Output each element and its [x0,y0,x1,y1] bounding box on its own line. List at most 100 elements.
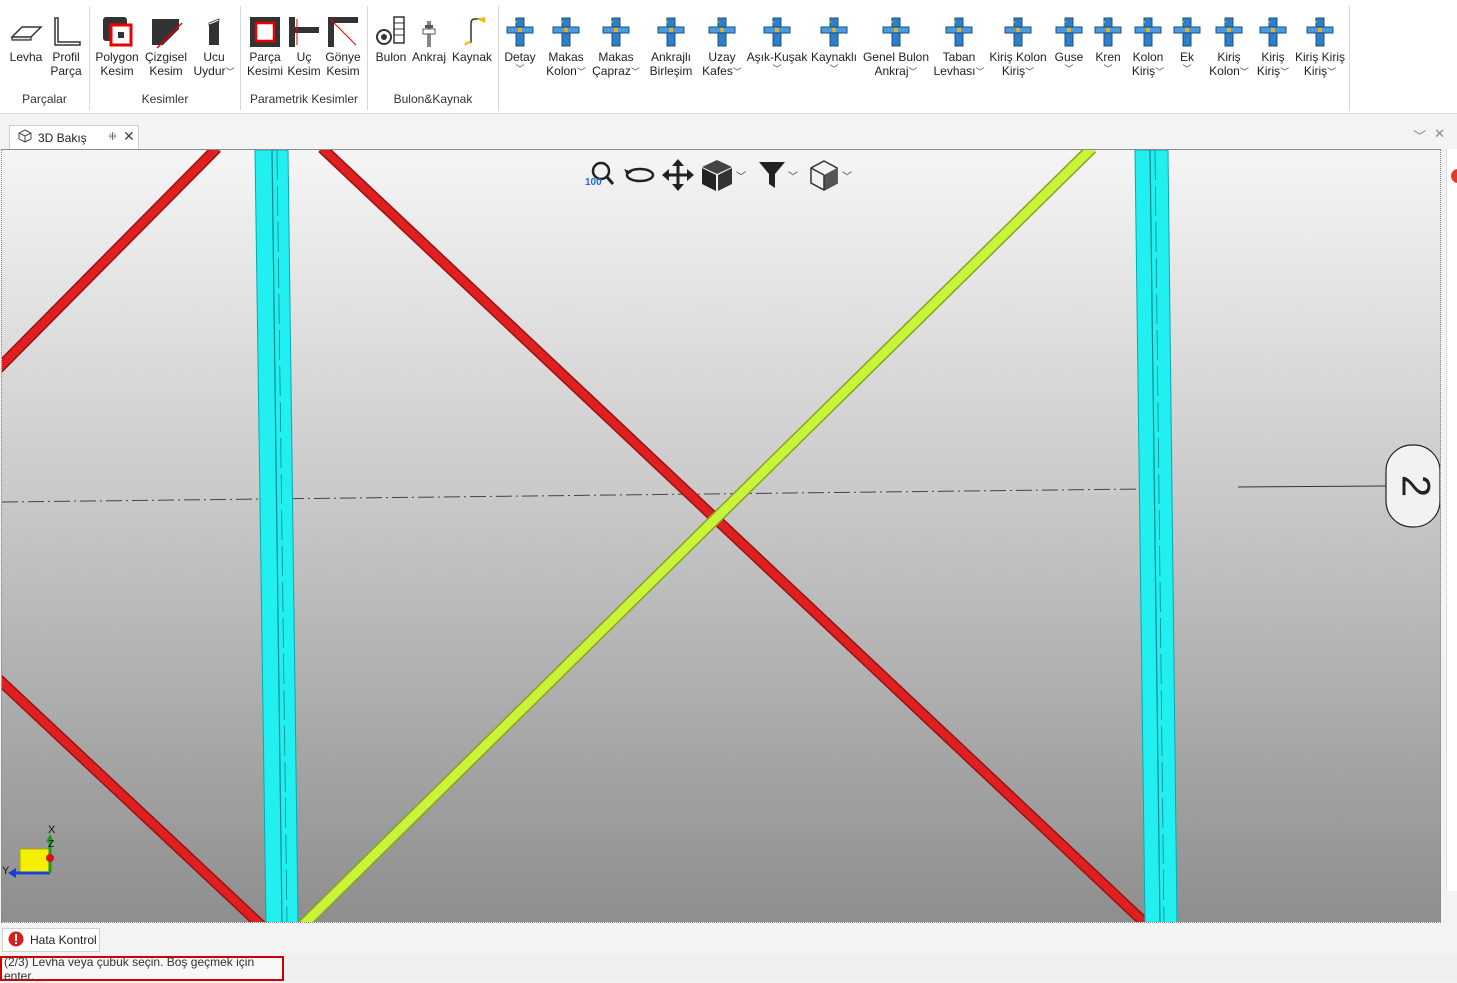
grid-label: 2 [1393,475,1437,497]
group-title-parcalar: Parçalar [22,92,67,106]
command-prompt-text: (2/3) Levha veya çubuk seçin. Boş geçmek… [4,954,255,983]
close-icon[interactable]: ✕ [123,128,135,145]
kiris-kolon-kiris-button[interactable]: Kiriş Kolon Kiriş﹀ [987,14,1049,78]
gonye-label-2: Kesim [326,64,360,78]
cizgisel-kesim-button[interactable]: Çizgisel Kesim [143,14,189,78]
truss-brace-icon [598,14,634,50]
section-box-button[interactable]: ﹀ [808,158,852,192]
chevron-down-icon: ﹀ [772,64,782,74]
cube-outline-icon [18,129,32,146]
detay-icon [502,14,538,50]
chevron-down-icon[interactable]: ﹀ [788,168,798,183]
ankrajli-birlesim-label-2: Birleşim [650,64,693,78]
group-title-parametrik: Parametrik Kesimler [249,92,359,106]
gonye-kesim-button[interactable]: Gönye Kesim [323,14,363,78]
line-cut-icon [148,14,184,50]
chevron-down-icon[interactable]: ﹀ [842,168,852,183]
scene-canvas[interactable]: 2 X Z Y [2,150,1441,923]
brace-red-main[interactable] [319,150,1150,923]
kiris-kiris-label-1: Kiriş [1261,50,1285,64]
guse-label: Guse [1054,50,1084,64]
kiris-kiris-kiris-button[interactable]: Kiriş Kiriş Kiriş﹀ [1294,14,1346,78]
kren-label: Kren [1095,50,1121,64]
cizgisel-label-2: Kesim [149,64,183,78]
kaynakli-button[interactable]: Kaynaklı ﹀ [810,14,858,74]
profil-parca-button[interactable]: Profil Parça [46,14,86,78]
kiris-kolon-button[interactable]: Kiriş Kolon﹀ [1207,14,1251,78]
kren-button[interactable]: Kren ﹀ [1090,14,1126,74]
kaynakli-label: Kaynaklı [810,50,858,64]
zoom-button[interactable]: 100 [584,159,618,191]
rotate-button[interactable] [624,161,656,189]
kiris-kolon-kiris-label-1: Kiriş Kolon [989,50,1047,64]
purlin-icon [759,14,795,50]
parca-kesimi-button[interactable]: Parça Kesimi [245,14,285,78]
chevron-down-icon: ﹀ [1327,67,1337,77]
document-tabbar: 3D Bakış ⁜ ✕ ﹀ ✕ [0,122,1457,150]
gonye-label-1: Gönye [325,50,361,64]
levha-button[interactable]: Levha [6,14,46,64]
pin-icon[interactable]: ⁜ [108,130,117,143]
kiris-kiris-kiris-label-2-text: Kiriş [1303,64,1328,78]
zoom-value: 100 [585,177,602,188]
ek-button[interactable]: Ek ﹀ [1169,14,1205,74]
chevron-down-icon: ﹀ [1239,67,1249,77]
pan-button[interactable] [662,159,694,191]
uc-kesim-button[interactable]: Uç Kesim [285,14,323,78]
kiris-kolon-label-2-text: Kolon [1209,64,1240,78]
genel-bulon-ankraj-label-2: Ankraj﹀ [874,64,917,78]
uzay-kafes-label-2: Kafes﹀ [702,64,742,78]
tab-list-chevron-icon[interactable]: ﹀ [1413,126,1426,145]
haunch-icon [1051,14,1087,50]
chevron-down-icon[interactable]: ﹀ [736,168,746,183]
beam-beam-icon [1255,14,1291,50]
brace-selected[interactable] [299,150,1096,923]
3d-viewport[interactable]: 2 X Z Y 100 ﹀ ﹀ ﹀ [1,149,1441,923]
makas-capraz-label-1: Makas [598,50,634,64]
chevron-down-icon: ﹀ [975,67,985,77]
guse-button[interactable]: Guse ﹀ [1051,14,1087,74]
chevron-down-icon: ﹀ [225,67,235,77]
polygon-cut-icon [99,14,135,50]
welded-joint-icon [816,14,852,50]
kolon-kiris-button[interactable]: Kolon Kiriş﹀ [1126,14,1170,78]
kolon-kiris-label-2: Kiriş﹀ [1132,64,1164,78]
uc-label-2: Kesim [287,64,321,78]
profil-label-2: Parça [50,64,82,78]
command-prompt[interactable]: (2/3) Levha veya çubuk seçin. Boş geçmek… [0,954,284,983]
view-cube-button[interactable]: ﹀ [700,158,746,192]
chevron-down-icon: ﹀ [1155,67,1165,77]
ankraj-button[interactable]: Ankraj [410,14,448,64]
uzay-kafes-button[interactable]: Uzay Kafes﹀ [700,14,744,78]
levha-label: Levha [9,50,43,64]
detay-button[interactable]: Detay ﹀ [500,14,540,74]
makas-capraz-button[interactable]: Makas Çapraz﹀ [590,14,642,78]
error-icon [8,931,24,950]
tab-3d-view[interactable]: 3D Bakış ⁜ ✕ [9,125,139,149]
taban-levhasi-label-2: Levhası﹀ [933,64,984,78]
polygon-kesim-button[interactable]: Polygon Kesim [94,14,140,78]
filter-button[interactable]: ﹀ [758,160,798,190]
taban-levhasi-button[interactable]: Taban Levhası﹀ [932,14,986,78]
uzay-kafes-label-1: Uzay [708,50,736,64]
close-all-icon[interactable]: ✕ [1434,126,1445,145]
kolon-kiris-label-1: Kolon [1132,50,1164,64]
ucu-uydur-button[interactable]: Ucu Uydur﹀ [192,14,236,78]
makas-kolon-button[interactable]: Makas Kolon﹀ [542,14,590,78]
move-arrows-icon [662,159,694,191]
kaynak-label: Kaynak [451,50,493,64]
bulon-button[interactable]: Bulon [372,14,410,64]
uzay-kafes-label-2-text: Kafes [702,64,733,78]
tab-hata-kontrol[interactable]: Hata Kontrol [2,928,100,952]
end-cut-icon [286,14,322,50]
ankraj-label: Ankraj [411,50,446,64]
ek-label: Ek [1179,50,1194,64]
chevron-down-icon: ﹀ [829,64,839,74]
asik-kusak-button[interactable]: Aşık-Kuşak ﹀ [746,14,808,74]
genel-bulon-ankraj-button[interactable]: Genel Bulon Ankraj﹀ [861,14,931,78]
notification-dot-icon[interactable] [1451,169,1457,183]
general-bolt-icon [878,14,914,50]
ankrajli-birlesim-button[interactable]: Ankrajlı Birleşim [643,14,699,78]
kaynak-button[interactable]: Kaynak [450,14,494,64]
kiris-kiris-button[interactable]: Kiriş Kiriş﹀ [1252,14,1294,78]
